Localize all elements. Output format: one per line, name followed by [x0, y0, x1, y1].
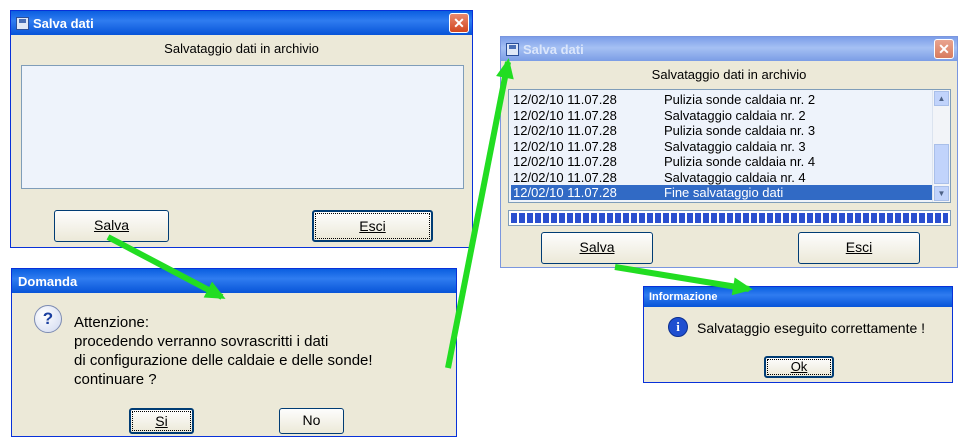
- arrow-head-icon: [496, 58, 514, 80]
- flow-arrows: [106, 58, 753, 369]
- arrow-line: [106, 234, 224, 300]
- arrow-line: [614, 264, 750, 292]
- arrow-head-icon: [731, 277, 753, 296]
- arrow-line: [445, 61, 511, 369]
